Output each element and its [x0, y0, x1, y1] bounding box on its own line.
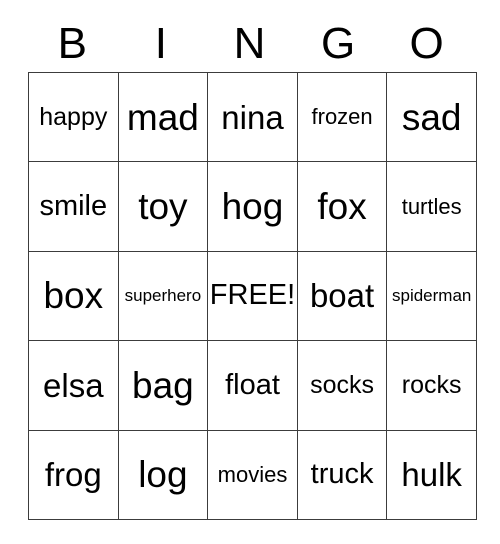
bingo-cell-b1[interactable]: happy — [28, 71, 119, 163]
bingo-cell-label: hog — [221, 186, 284, 228]
bingo-cell-g5[interactable]: truck — [296, 429, 388, 520]
bingo-cell-label: fox — [317, 186, 367, 228]
bingo-cell-label: truck — [310, 458, 374, 491]
bingo-cell-label: smile — [39, 190, 108, 223]
bingo-cell-i1[interactable]: mad — [117, 71, 209, 163]
bingo-cell-label: float — [225, 368, 280, 401]
bingo-cell-label: boat — [309, 277, 375, 315]
bingo-cell-n4[interactable]: float — [207, 340, 298, 431]
bingo-cell-label: hulk — [401, 456, 462, 494]
bingo-cell-o1[interactable]: sad — [386, 71, 477, 163]
bingo-row: elsa bag float socks rocks — [28, 340, 477, 431]
bingo-row: frog log movies truck hulk — [28, 429, 477, 520]
bingo-cell-g2[interactable]: fox — [296, 161, 388, 252]
bingo-cell-n5[interactable]: movies — [207, 429, 298, 520]
bingo-cell-o2[interactable]: turtles — [386, 161, 477, 252]
bingo-cell-label: bag — [132, 364, 194, 406]
bingo-cell-label: log — [138, 454, 188, 496]
bingo-cell-label: movies — [217, 461, 288, 487]
bingo-cell-label: mad — [126, 96, 199, 138]
bingo-cell-b3[interactable]: box — [28, 250, 119, 342]
bingo-header-row: B I N G O — [28, 0, 471, 72]
bingo-row: happy mad nina frozen sad — [28, 71, 477, 163]
bingo-cell-label: spiderman — [391, 286, 472, 306]
bingo-cell-g3[interactable]: boat — [296, 250, 388, 342]
bingo-cell-label: happy — [39, 102, 108, 131]
bingo-cell-label: box — [43, 275, 104, 317]
bingo-grid-body: happy mad nina frozen sad smile toy hog … — [28, 71, 477, 520]
bingo-header-letter-b: B — [57, 19, 87, 68]
bingo-cell-b4[interactable]: elsa — [28, 340, 119, 431]
bingo-header-letter-o: O — [409, 19, 444, 68]
bingo-cell-o5[interactable]: hulk — [386, 429, 477, 520]
bingo-row: smile toy hog fox turtles — [28, 161, 477, 252]
bingo-header-letter-i: I — [154, 19, 167, 68]
bingo-cell-n1[interactable]: nina — [207, 71, 298, 163]
bingo-cell-label: sad — [401, 96, 462, 138]
bingo-cell-label: toy — [138, 186, 188, 228]
bingo-cell-label: rocks — [401, 370, 462, 399]
bingo-cell-free-space[interactable]: FREE! — [207, 250, 298, 342]
bingo-cell-label: frozen — [311, 104, 373, 130]
bingo-cell-label: nina — [221, 98, 284, 136]
bingo-cell-b5[interactable]: frog — [28, 429, 119, 520]
bingo-cell-o4[interactable]: rocks — [386, 340, 477, 431]
bingo-cell-g1[interactable]: frozen — [296, 71, 388, 163]
bingo-cell-label: turtles — [401, 193, 462, 219]
bingo-grid: happy mad nina frozen sad smile toy hog … — [28, 71, 477, 520]
bingo-cell-o3[interactable]: spiderman — [386, 250, 477, 342]
bingo-cell-label: elsa — [43, 366, 104, 404]
bingo-cell-i3[interactable]: superhero — [117, 250, 209, 342]
bingo-cell-g4[interactable]: socks — [296, 340, 388, 431]
bingo-cell-b2[interactable]: smile — [28, 161, 119, 252]
bingo-card: B I N G O happy mad nina frozen sad smil… — [28, 0, 477, 544]
bingo-header-letter-n: N — [233, 19, 266, 68]
bingo-cell-i4[interactable]: bag — [117, 340, 209, 431]
bingo-cell-i5[interactable]: log — [117, 429, 209, 520]
bingo-free-space-label: FREE! — [209, 279, 296, 312]
bingo-header-letter-g: G — [320, 19, 356, 68]
bingo-row: box superhero FREE! boat spiderman — [28, 250, 477, 342]
bingo-cell-i2[interactable]: toy — [117, 161, 209, 252]
bingo-cell-label: frog — [44, 456, 102, 494]
bingo-cell-label: superhero — [124, 286, 202, 306]
bingo-cell-label: socks — [310, 370, 375, 399]
bingo-cell-n2[interactable]: hog — [207, 161, 298, 252]
